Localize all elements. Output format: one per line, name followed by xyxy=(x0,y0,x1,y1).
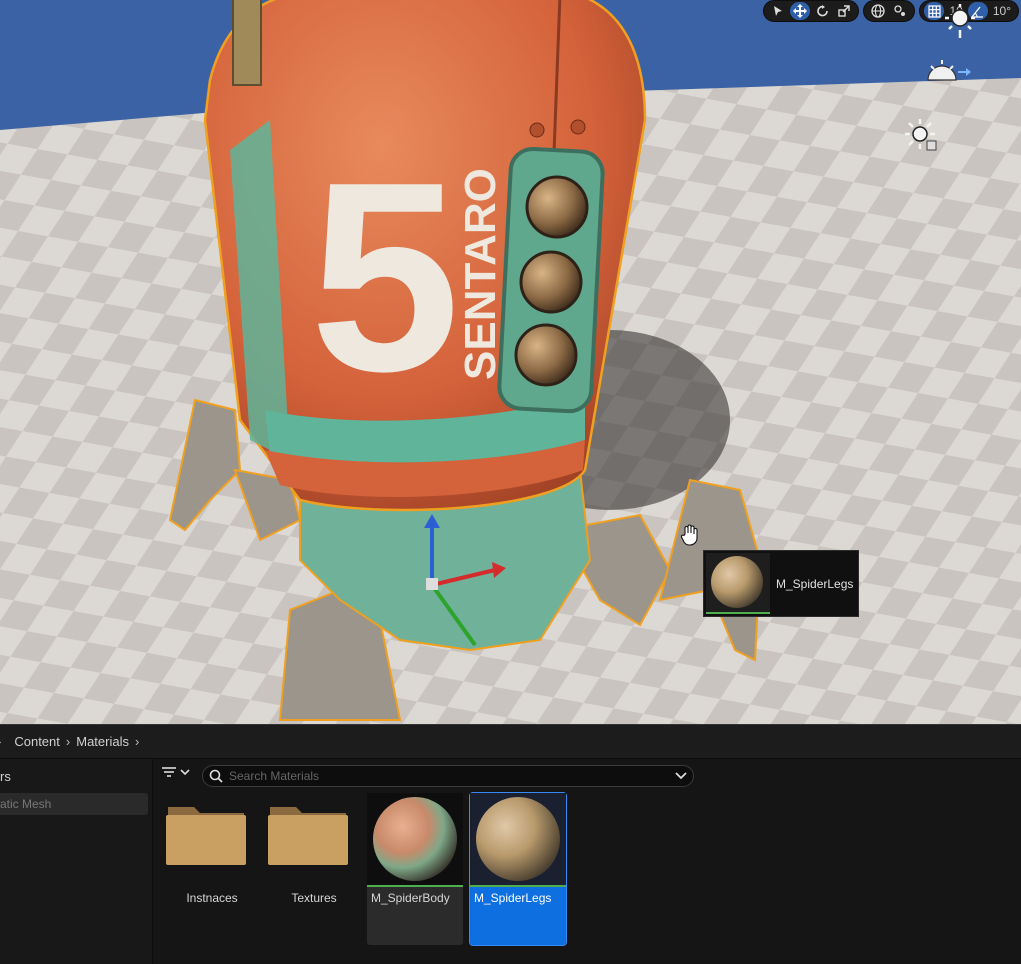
asset-folder-instnaces[interactable]: Instnaces xyxy=(164,793,260,945)
material-thumbnail xyxy=(470,793,566,885)
sources-header: rs xyxy=(0,769,11,784)
sources-panel: rs atic Mesh xyxy=(0,759,153,964)
directional-light-icon[interactable] xyxy=(924,56,972,91)
viewport-scene[interactable]: 5 SENTARO xyxy=(0,0,1021,724)
level-viewport[interactable]: 5 SENTARO 10° M_SpiderLegs xyxy=(0,0,1021,724)
scale-tool-icon[interactable] xyxy=(834,2,854,20)
light-top xyxy=(525,175,589,239)
asset-view: Instnaces Textures M_SpiderBody M_Spider… xyxy=(154,759,1021,964)
decal-name: SENTARO xyxy=(456,168,505,380)
filter-button[interactable] xyxy=(162,766,190,778)
sources-filter-item[interactable]: atic Mesh xyxy=(0,793,148,815)
surface-snap-icon[interactable] xyxy=(890,2,910,20)
decal-number: 5 xyxy=(310,127,460,428)
folder-icon xyxy=(268,807,348,865)
rotation-snap-value[interactable]: 10° xyxy=(990,4,1014,18)
asset-label: M_SpiderLegs xyxy=(474,891,552,905)
top-pipe xyxy=(232,0,262,86)
chevron-down-icon[interactable] xyxy=(675,772,687,780)
chevron-right-icon[interactable]: › xyxy=(66,734,70,749)
chevron-right-icon[interactable]: › xyxy=(0,734,1,749)
search-icon xyxy=(209,769,223,783)
asset-label: Instnaces xyxy=(186,891,238,905)
rivet xyxy=(570,119,586,135)
breadcrumb: › Content › Materials › xyxy=(0,724,1021,759)
filter-icon xyxy=(162,767,176,777)
viewport-toolbar: 10 10° xyxy=(763,0,1021,22)
point-light-icon[interactable] xyxy=(940,4,980,45)
search-input[interactable] xyxy=(227,768,651,784)
light-bottom xyxy=(514,323,578,387)
move-tool-icon[interactable] xyxy=(790,2,811,20)
drag-thumbnail xyxy=(706,553,770,614)
breadcrumb-content[interactable]: Content xyxy=(14,734,60,749)
breadcrumb-materials[interactable]: Materials xyxy=(76,734,129,749)
grab-cursor-icon xyxy=(680,524,700,551)
rotate-tool-icon[interactable] xyxy=(812,2,832,20)
rivet xyxy=(529,122,545,138)
world-space-icon[interactable] xyxy=(868,2,888,20)
asset-folder-textures[interactable]: Textures xyxy=(266,793,362,945)
folder-icon xyxy=(166,807,246,865)
drag-drop-tooltip: M_SpiderLegs xyxy=(703,550,859,617)
asset-material-spiderlegs[interactable]: M_SpiderLegs xyxy=(469,792,567,946)
asset-label: M_SpiderBody xyxy=(371,891,450,905)
select-tool-icon[interactable] xyxy=(768,2,788,20)
light-middle xyxy=(519,250,583,314)
chevron-down-icon xyxy=(180,769,190,776)
chevron-right-icon[interactable]: › xyxy=(135,734,139,749)
material-thumbnail xyxy=(367,793,463,885)
content-browser: › Content › Materials › rs atic Mesh Ins… xyxy=(0,724,1021,964)
search-box[interactable] xyxy=(202,765,694,787)
material-type-bar xyxy=(367,885,463,887)
transform-tools xyxy=(763,0,860,22)
sky-light-icon[interactable] xyxy=(904,118,938,157)
drag-asset-name: M_SpiderLegs xyxy=(776,577,854,591)
coordinate-tools xyxy=(863,0,916,22)
asset-material-spiderbody[interactable]: M_SpiderBody xyxy=(367,793,463,945)
asset-label: Textures xyxy=(291,891,337,905)
material-type-bar xyxy=(470,885,566,887)
